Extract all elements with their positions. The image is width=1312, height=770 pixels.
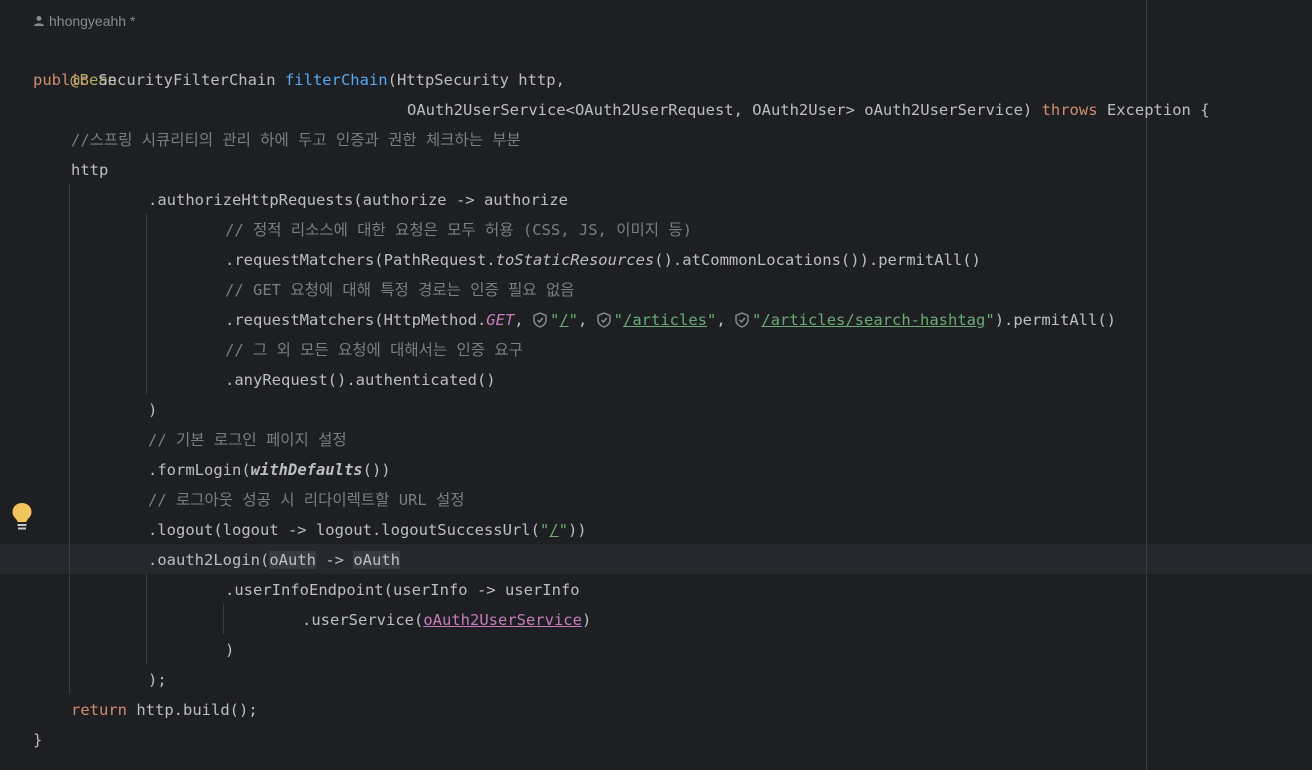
code-line-current[interactable]: .oauth2Login(oAuth -> oAuth [148,545,400,575]
author-name: hhongyeahh * [49,13,136,29]
code-line[interactable]: .userInfoEndpoint(userInfo -> userInfo [225,575,580,605]
url-link[interactable]: / [549,521,558,539]
code-line[interactable]: .logout(logout -> logout.logoutSuccessUr… [148,515,587,545]
code-line[interactable]: ); [148,665,167,695]
lightbulb-icon[interactable] [10,501,34,533]
code-line[interactable]: ) [148,395,157,425]
code-line[interactable]: .formLogin(withDefaults()) [148,455,391,485]
code-line[interactable]: ) [225,635,234,665]
code-line[interactable]: .anyRequest().authenticated() [225,365,496,395]
code-comment[interactable]: // 기본 로그인 페이지 설정 [148,425,347,455]
url-link[interactable]: /articles/search-hashtag [761,311,985,329]
url-link[interactable]: / [559,311,568,329]
indent-guide [223,604,224,634]
code-editor[interactable]: hhongyeahh * @Bean public SecurityFilter… [0,0,1312,770]
code-comment[interactable]: // 정적 리소스에 대한 요청은 모두 허용 (CSS, JS, 이미지 등) [225,215,692,245]
code-line[interactable]: public SecurityFilterChain filterChain(H… [33,65,565,95]
code-line[interactable]: return http.build(); [71,695,258,725]
code-comment[interactable]: // 그 외 모든 요청에 대해서는 인증 요구 [225,335,523,365]
globe-shield-icon[interactable] [735,312,749,328]
person-icon [34,16,44,26]
code-comment[interactable]: // GET 요청에 대해 특정 경로는 인증 필요 없음 [225,275,574,305]
url-link[interactable]: /articles [623,311,707,329]
parameter-reference[interactable]: oAuth2UserService [423,611,582,629]
indent-guide [146,574,147,664]
code-comment[interactable]: // 로그아웃 성공 시 리다이렉트할 URL 설정 [148,485,465,515]
code-line[interactable]: http [71,155,108,185]
globe-shield-icon[interactable] [533,312,547,328]
code-line[interactable]: .userService(oAuth2UserService) [302,605,591,635]
indent-guide [69,184,70,694]
globe-shield-icon[interactable] [596,312,611,328]
author-hint[interactable]: hhongyeahh * [33,10,135,32]
code-line[interactable]: @Bean [33,35,117,89]
code-comment[interactable]: //스프링 시큐리티의 관리 하에 두고 인증과 권한 체크하는 부분 [71,125,521,155]
code-line[interactable]: .requestMatchers(PathRequest.toStaticRes… [225,245,981,275]
code-line[interactable]: OAuth2UserService<OAuth2UserRequest, OAu… [407,95,1210,125]
method-name: filterChain [284,71,388,89]
usage-highlight: oAuth [269,551,316,569]
indent-guide [146,214,147,394]
usage-highlight: oAuth [353,551,400,569]
code-line[interactable]: .authorizeHttpRequests(authorize -> auth… [148,185,568,215]
code-line[interactable]: .requestMatchers(HttpMethod.GET, "/", "/… [225,305,1116,335]
code-line[interactable]: } [33,725,42,755]
